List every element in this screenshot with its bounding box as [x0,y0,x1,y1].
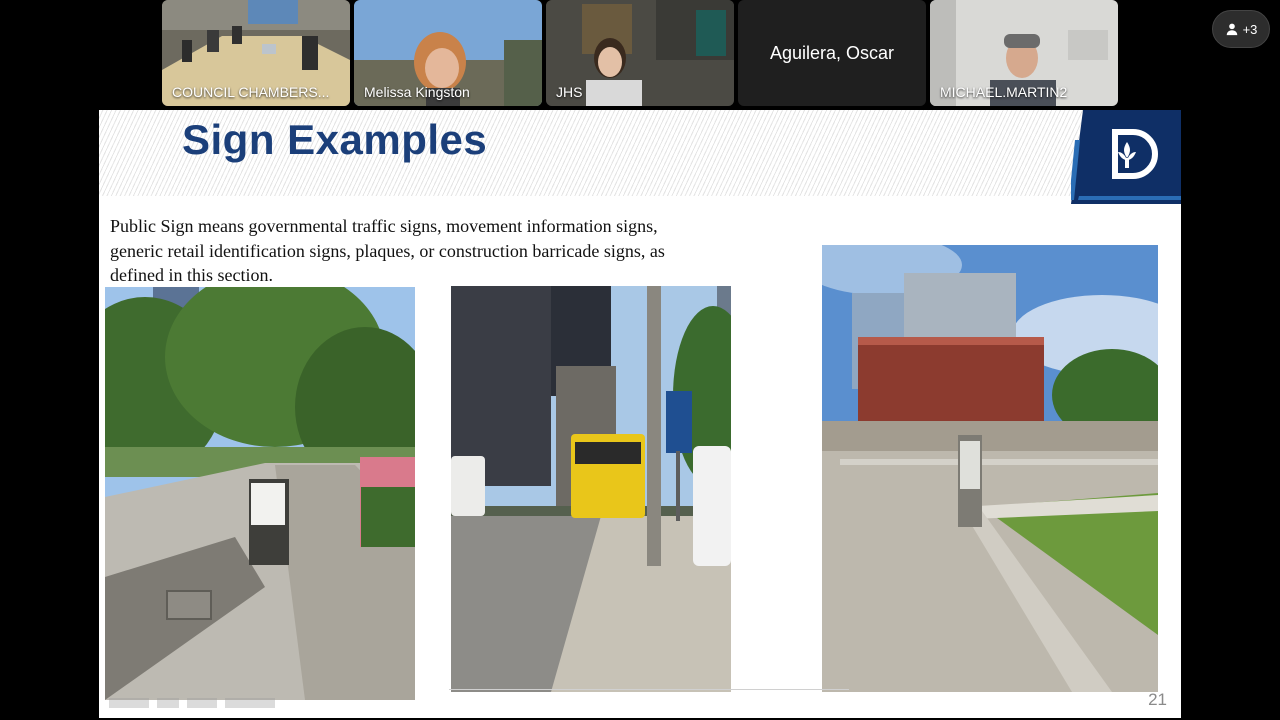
photo-sidewalk-sign [105,287,415,700]
participant-tile-aguilera-oscar[interactable]: Aguilera, Oscar [738,0,926,106]
city-of-dallas-logo [1069,110,1181,204]
participant-name: JHS [556,84,583,100]
shared-slide: Sign Examples Public Sign means governme… [99,110,1181,718]
photo-plaza-sign [822,245,1158,692]
footer-divider [449,689,849,690]
participant-name: Melissa Kingston [364,84,470,100]
participant-tile-michael-martin2[interactable]: MICHAEL.MARTIN2 [930,0,1118,106]
more-participants-count: +3 [1242,21,1258,37]
participant-name: COUNCIL CHAMBERS... [172,84,330,100]
slide-title: Sign Examples [182,116,488,163]
participant-tile-melissa-kingston[interactable]: Melissa Kingston [354,0,542,106]
participant-name: Aguilera, Oscar [769,42,895,63]
person-icon [1226,23,1237,36]
more-participants-button[interactable]: +3 [1212,10,1270,48]
slide-body-text: Public Sign means governmental traffic s… [110,216,665,285]
participant-tile-jhs[interactable]: JHS [546,0,734,106]
participant-strip: COUNCIL CHAMBERS... Melissa Kingston JHS… [162,0,1118,106]
participant-name: MICHAEL.MARTIN2 [940,84,1068,100]
slide-page-number: 21 [1148,690,1167,709]
photo-downtown-street-sign [451,286,731,692]
participant-tile-council-chambers[interactable]: COUNCIL CHAMBERS... [162,0,350,106]
footer-watermark [109,698,275,708]
